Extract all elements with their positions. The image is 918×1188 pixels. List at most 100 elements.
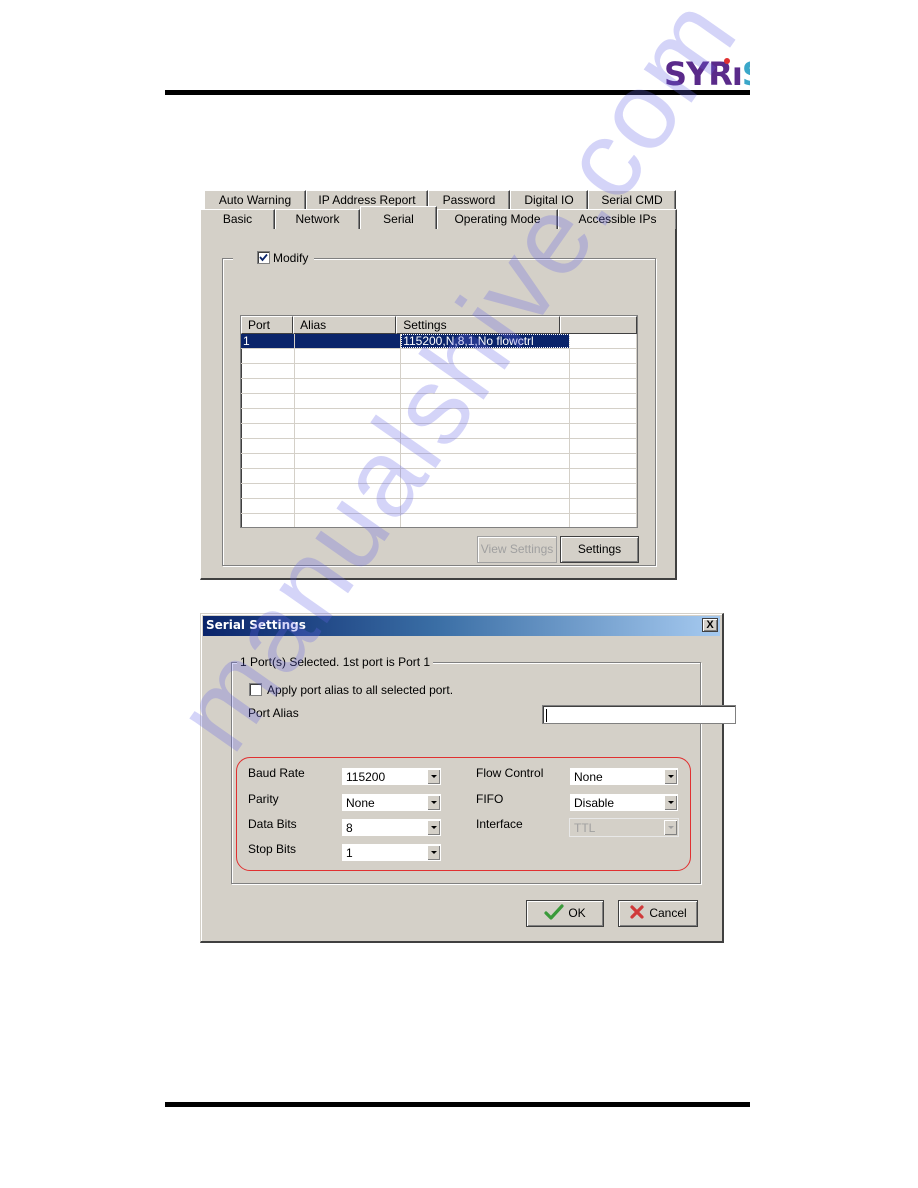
- table-cell-empty: [295, 424, 402, 438]
- chevron-down-icon[interactable]: [427, 820, 440, 835]
- column-header-extra[interactable]: [559, 316, 637, 334]
- text-caret: [546, 709, 547, 722]
- checkbox-unchecked-icon[interactable]: [249, 683, 262, 696]
- port-list-table[interactable]: Port Alias Settings 1 115200,N,8,1,No fl…: [240, 315, 638, 528]
- modify-checkbox[interactable]: Modify: [233, 249, 315, 267]
- table-row-empty[interactable]: [241, 514, 637, 527]
- column-header-port[interactable]: Port: [241, 316, 294, 334]
- table-cell-empty: [295, 394, 402, 408]
- table-cell-empty: [570, 409, 637, 423]
- chevron-down-icon[interactable]: [664, 795, 677, 810]
- interface-label: Interface: [476, 817, 523, 831]
- column-header-alias[interactable]: Alias: [293, 316, 397, 334]
- empty-rows: [241, 349, 637, 527]
- stop-bits-select[interactable]: 1: [341, 843, 442, 862]
- parity-value: None: [346, 796, 375, 810]
- chevron-down-icon: [664, 820, 677, 835]
- tab-accessible-ips[interactable]: Accessible IPs: [558, 209, 677, 229]
- table-row-empty[interactable]: [241, 439, 637, 454]
- table-cell-empty: [401, 469, 571, 483]
- table-cell-empty: [295, 409, 402, 423]
- table-cell-empty: [241, 394, 295, 408]
- table-row[interactable]: 1 115200,N,8,1,No flowctrl: [241, 334, 637, 349]
- tab-serial-cmd[interactable]: Serial CMD: [588, 190, 676, 210]
- table-cell-empty: [241, 364, 295, 378]
- table-row-empty[interactable]: [241, 379, 637, 394]
- cancel-button[interactable]: Cancel: [618, 900, 698, 927]
- tab-auto-warning[interactable]: Auto Warning: [204, 190, 306, 210]
- dialog-title: Serial Settings: [206, 618, 306, 632]
- parity-select[interactable]: None: [341, 793, 442, 812]
- table-cell-empty: [570, 454, 637, 468]
- table-cell-empty: [295, 484, 402, 498]
- table-cell-empty: [241, 424, 295, 438]
- data-bits-label: Data Bits: [248, 817, 297, 831]
- flow-control-select[interactable]: None: [569, 767, 679, 786]
- flow-control-label: Flow Control: [476, 766, 544, 780]
- group-label: 1 Port(s) Selected. 1st port is Port 1: [237, 655, 434, 669]
- table-cell-empty: [570, 364, 637, 378]
- dialog-titlebar[interactable]: Serial Settings X: [203, 616, 720, 636]
- tab-operating-mode[interactable]: Operating Mode: [437, 209, 558, 229]
- checkbox-checked-icon[interactable]: [257, 251, 270, 264]
- table-cell-empty: [570, 439, 637, 453]
- table-cell-empty: [295, 514, 402, 527]
- apply-alias-checkbox[interactable]: Apply port alias to all selected port.: [249, 682, 453, 698]
- view-settings-button[interactable]: View Settings: [477, 536, 557, 563]
- logo-dot: [724, 58, 730, 64]
- table-cell-empty: [570, 484, 637, 498]
- table-cell-empty: [401, 454, 571, 468]
- baud-rate-label: Baud Rate: [248, 766, 305, 780]
- table-cell-empty: [241, 409, 295, 423]
- table-cell-empty: [241, 439, 295, 453]
- chevron-down-icon[interactable]: [427, 795, 440, 810]
- table-row-empty[interactable]: [241, 469, 637, 484]
- table-cell-empty: [401, 424, 571, 438]
- table-cell-empty: [401, 349, 571, 363]
- table-row-empty[interactable]: [241, 349, 637, 364]
- tab-row-back: Auto Warning IP Address Report Password …: [204, 190, 676, 210]
- tab-basic[interactable]: Basic: [200, 209, 275, 229]
- table-cell-empty: [241, 499, 295, 513]
- settings-button[interactable]: Settings: [560, 536, 639, 563]
- table-row-empty[interactable]: [241, 499, 637, 514]
- data-bits-select[interactable]: 8: [341, 818, 442, 837]
- chevron-down-icon[interactable]: [427, 769, 440, 784]
- tab-serial[interactable]: Serial: [360, 206, 437, 229]
- cell-port: 1: [241, 334, 295, 348]
- table-row-empty[interactable]: [241, 364, 637, 379]
- table-row-empty[interactable]: [241, 394, 637, 409]
- footer-rule: [165, 1102, 750, 1107]
- table-cell-empty: [241, 379, 295, 393]
- tab-network[interactable]: Network: [275, 209, 360, 229]
- ok-button[interactable]: OK: [526, 900, 604, 927]
- tab-password[interactable]: Password: [428, 190, 510, 210]
- table-row-empty[interactable]: [241, 454, 637, 469]
- port-alias-input[interactable]: [542, 705, 736, 724]
- table-row-empty[interactable]: [241, 409, 637, 424]
- svg-text:SYRıS: SYRıS: [664, 55, 750, 91]
- header-rule: [165, 90, 750, 95]
- close-button[interactable]: X: [702, 618, 718, 632]
- checkmark-icon: [544, 904, 564, 920]
- table-cell-empty: [401, 484, 571, 498]
- chevron-down-icon[interactable]: [427, 845, 440, 860]
- table-cell-empty: [570, 349, 637, 363]
- table-cell-empty: [295, 499, 402, 513]
- table-row-empty[interactable]: [241, 424, 637, 439]
- table-cell-empty: [241, 484, 295, 498]
- table-cell-empty: [401, 499, 571, 513]
- fifo-select[interactable]: Disable: [569, 793, 679, 812]
- x-cancel-icon: [630, 905, 644, 919]
- table-row-empty[interactable]: [241, 484, 637, 499]
- tab-digital-io[interactable]: Digital IO: [510, 190, 588, 210]
- stop-bits-label: Stop Bits: [248, 842, 297, 856]
- apply-alias-label: Apply port alias to all selected port.: [267, 683, 454, 697]
- column-header-settings[interactable]: Settings: [396, 316, 560, 334]
- close-icon: X: [706, 619, 714, 631]
- table-header: Port Alias Settings: [241, 316, 637, 334]
- stop-bits-value: 1: [346, 846, 353, 860]
- chevron-down-icon[interactable]: [664, 769, 677, 784]
- baud-rate-select[interactable]: 115200: [341, 767, 442, 786]
- table-cell-empty: [401, 409, 571, 423]
